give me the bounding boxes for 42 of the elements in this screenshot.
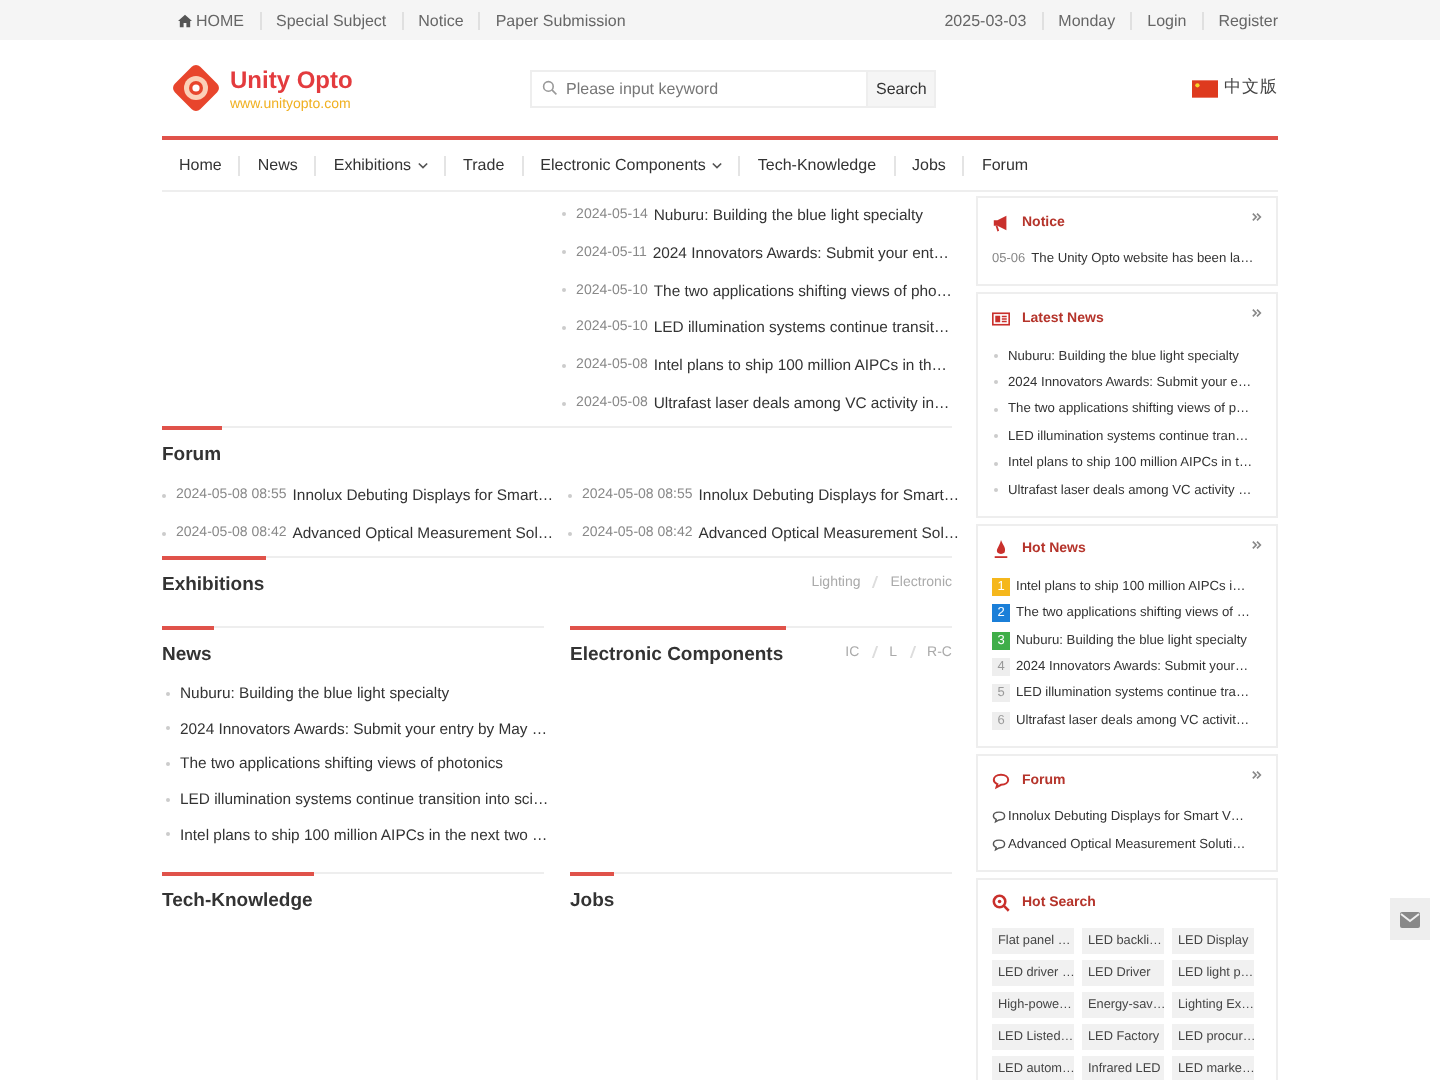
mail-button[interactable] [1390, 898, 1430, 940]
nav-item[interactable]: Forum [962, 155, 1046, 175]
more-icon[interactable] [1252, 212, 1262, 222]
date-text: 2025-03-03 [942, 11, 1029, 29]
nav-item[interactable]: Jobs [893, 155, 963, 175]
section-title: News [162, 642, 212, 666]
section-title: Forum [162, 442, 222, 466]
envelope-icon [1400, 911, 1420, 927]
search-icon [992, 894, 1010, 913]
speech-bubble-icon [992, 771, 1010, 790]
more-icon[interactable] [1252, 770, 1262, 781]
caret-icon [711, 161, 722, 169]
search-icon [542, 80, 558, 96]
nav-item[interactable]: Trade [444, 155, 522, 175]
search-button[interactable]: Search [866, 69, 937, 107]
brand-name: Unity Opto [230, 65, 353, 93]
top-link[interactable]: Notice [401, 11, 479, 29]
home-icon [178, 13, 192, 27]
newspaper-icon [992, 309, 1010, 328]
top-link[interactable]: HOME [162, 11, 259, 29]
section-title: Tech-Knowledge [162, 887, 313, 912]
search-field[interactable]: Please input keyword [530, 69, 866, 107]
flag-icon [1192, 79, 1218, 97]
weekday-text: Monday [1041, 11, 1131, 29]
more-icon[interactable] [1252, 539, 1262, 550]
section-title: Electronic Components [570, 642, 784, 666]
megaphone-icon [992, 213, 1010, 231]
top-link[interactable]: Paper Submission [478, 11, 641, 29]
more-icon[interactable] [1252, 308, 1262, 319]
flame-icon [992, 540, 1010, 559]
language-link[interactable]: 中文版 [1224, 76, 1278, 100]
account-link[interactable]: Register [1201, 11, 1278, 29]
nav-item[interactable]: Home [162, 155, 239, 175]
account-link[interactable]: Login [1130, 11, 1202, 29]
nav-item[interactable]: Tech-Knowledge [738, 155, 894, 175]
caret-icon [417, 161, 428, 169]
section-title: Exhibitions [162, 572, 265, 596]
top-link[interactable]: Special Subject [259, 11, 402, 29]
nav-item[interactable]: News [238, 155, 315, 175]
nav-item[interactable]: Electronic Components [521, 155, 739, 175]
section-title: Jobs [570, 887, 615, 912]
nav-item[interactable]: Exhibitions [314, 155, 445, 175]
